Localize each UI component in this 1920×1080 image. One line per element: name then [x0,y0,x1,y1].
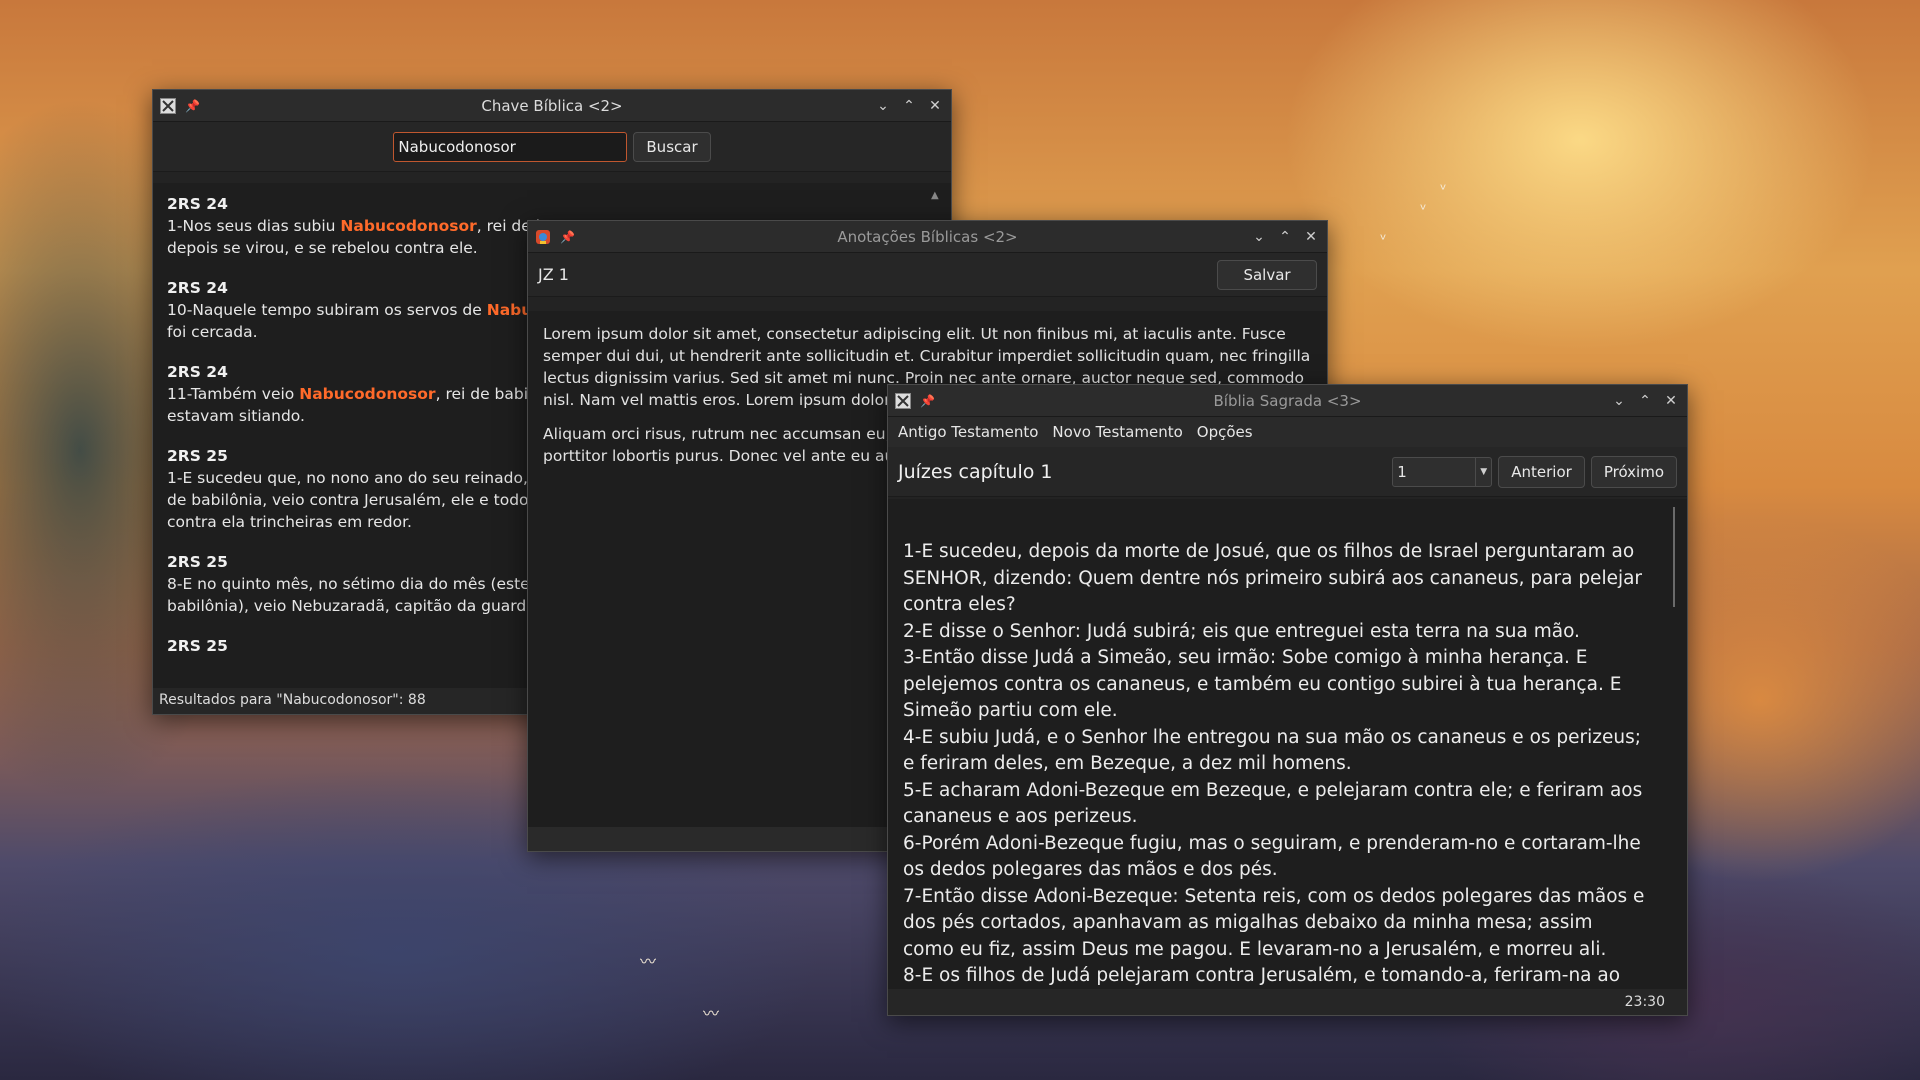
result-text: 11-Também veio [167,385,300,403]
window-title: Anotações Bíblicas <2> [837,227,1018,246]
minimize-icon[interactable]: ⌄ [1249,227,1269,247]
app-icon [894,392,912,410]
close-icon[interactable]: ✕ [1661,391,1681,411]
toolbar: JZ 1 Salvar [528,253,1327,297]
search-bar: Buscar [153,122,951,172]
previous-button[interactable]: Anterior [1498,455,1585,488]
app-icon [534,228,552,246]
pin-icon[interactable]: 📌 [920,394,935,408]
menu-novo-testamento[interactable]: Novo Testamento [1052,423,1182,441]
close-icon[interactable]: ✕ [1301,227,1321,247]
window-title: Chave Bíblica <2> [481,96,623,115]
titlebar[interactable]: 📌 Anotações Bíblicas <2> ⌄ ⌃ ✕ [528,221,1327,253]
titlebar[interactable]: 📌 Chave Bíblica <2> ⌄ ⌃ ✕ [153,90,951,122]
result-reference: 2RS 24 [167,195,228,213]
verse: 8-E os filhos de Judá pelejaram contra J… [903,965,1621,986]
bird-icon: 〰 [703,1004,720,1023]
biblia-sagrada-window: 📌 Bíblia Sagrada <3> ⌄ ⌃ ✕ Antigo Testam… [887,384,1688,1016]
verse: 2-E disse o Senhor: Judá subirá; eis que… [903,620,1580,642]
pin-icon[interactable]: 📌 [185,99,200,113]
chapter-select-value: 1 [1397,462,1407,481]
chapter-text[interactable]: 1-E sucedeu, depois da morte de Josué, q… [888,499,1687,989]
verse: 1-E sucedeu, depois da morte de Josué, q… [903,541,1643,615]
bird-icon: ᵛ [1440,180,1447,199]
chevron-down-icon[interactable]: ▼ [1475,457,1491,486]
next-button[interactable]: Próximo [1590,455,1677,488]
menu-opcoes[interactable]: Opções [1197,423,1253,441]
status-time: 23:30 [1624,994,1665,1010]
menu-antigo-testamento[interactable]: Antigo Testamento [898,423,1038,441]
window-title: Bíblia Sagrada <3> [1213,391,1362,410]
result-highlight: Nabucodonosor [340,217,477,235]
maximize-icon[interactable]: ⌃ [899,96,919,116]
chapter-select[interactable]: 1 ▼ [1392,456,1493,487]
verse: 5-E acharam Adoni-Bezeque em Bezeque, e … [903,779,1643,828]
menu-bar: Antigo Testamento Novo Testamento Opções [888,417,1687,447]
app-icon [159,97,177,115]
bird-icon: ᵛ [1380,230,1387,249]
close-icon[interactable]: ✕ [925,96,945,116]
result-text: 1-Nos seus dias subiu [167,217,341,235]
result-text: 10-Naquele tempo subiram os servos de [167,301,487,319]
verse: 7-Então disse Adoni-Bezeque: Setenta rei… [903,885,1645,960]
bird-icon: 〰 [640,952,657,971]
status-bar: 23:30 [888,989,1687,1015]
titlebar[interactable]: 📌 Bíblia Sagrada <3> ⌄ ⌃ ✕ [888,385,1687,417]
bird-icon: ᵛ [1420,200,1427,219]
minimize-icon[interactable]: ⌄ [1609,391,1629,411]
result-highlight: Nabucodonosor [299,385,436,403]
scrollbar[interactable]: ▲ [931,190,941,210]
reference-label: JZ 1 [538,265,569,284]
save-button[interactable]: Salvar [1217,259,1317,290]
chapter-title: Juízes capítulo 1 [898,460,1053,483]
minimize-icon[interactable]: ⌄ [873,96,893,116]
search-input[interactable] [393,131,628,162]
chapter-nav: Juízes capítulo 1 1 ▼ Anterior Próximo [888,447,1687,497]
scrollbar[interactable] [1667,507,1675,607]
maximize-icon[interactable]: ⌃ [1275,227,1295,247]
maximize-icon[interactable]: ⌃ [1635,391,1655,411]
verse: 6-Porém Adoni-Bezeque fugiu, mas o segui… [903,832,1641,881]
search-button[interactable]: Buscar [633,131,711,162]
verse: 3-Então disse Judá a Simeão, seu irmão: … [903,647,1622,721]
pin-icon[interactable]: 📌 [560,230,575,244]
verse: 4-E subiu Judá, e o Senhor lhe entregou … [903,726,1641,775]
